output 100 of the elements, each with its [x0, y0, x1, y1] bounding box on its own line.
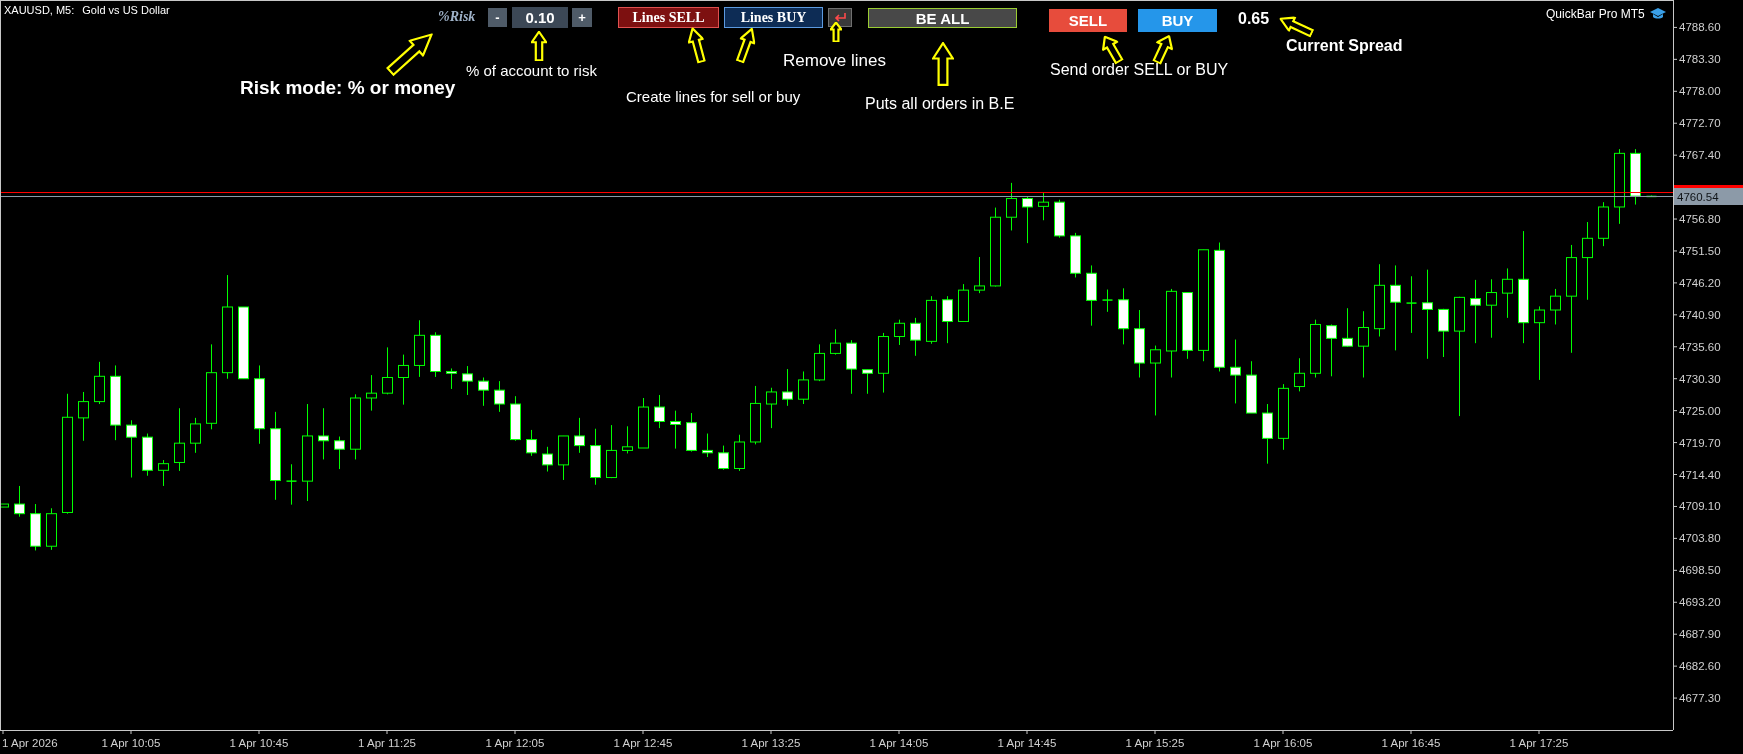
candle — [78, 391, 89, 442]
candle — [1182, 292, 1193, 360]
candle — [1246, 360, 1257, 414]
callout-text: Send order SELL or BUY — [1050, 60, 1229, 80]
return-arrow-icon — [833, 12, 847, 23]
increment-button[interactable]: + — [572, 8, 592, 27]
candle — [542, 446, 553, 472]
price-label: 4698.50 — [1679, 564, 1721, 577]
candle — [1438, 308, 1449, 358]
candle — [654, 394, 665, 429]
time-label: 1 Apr 16:05 — [1253, 737, 1313, 749]
candle — [926, 295, 937, 345]
candle — [846, 339, 857, 395]
candle — [558, 435, 569, 481]
lines-sell-button[interactable]: Lines SELL — [618, 7, 719, 28]
candle — [1101, 289, 1114, 313]
current-price-tag — [1674, 188, 1743, 205]
candle — [1038, 192, 1049, 221]
price-label: 4714.40 — [1679, 468, 1721, 481]
arrow-icon — [531, 31, 547, 61]
candle — [750, 385, 761, 445]
candle — [334, 436, 345, 470]
graduation-cap-icon — [1648, 7, 1667, 21]
candle — [1358, 310, 1369, 378]
price-label: 4778.00 — [1679, 85, 1721, 98]
candle — [318, 407, 329, 460]
remove-lines-button[interactable] — [828, 8, 852, 27]
candle — [862, 369, 873, 395]
lines-buy-button[interactable]: Lines BUY — [724, 7, 823, 28]
candle — [782, 368, 793, 407]
price-label: 4687.90 — [1679, 628, 1721, 641]
price-label: 4703.80 — [1679, 532, 1721, 545]
spread-value: 0.65 — [1238, 9, 1270, 29]
candle — [14, 485, 25, 518]
price-label: 4735.60 — [1679, 340, 1721, 353]
price-label: 4751.50 — [1679, 244, 1721, 257]
price-label: 4772.70 — [1679, 117, 1721, 130]
callout-text: Remove lines — [783, 51, 886, 71]
time-label: 1 Apr 14:45 — [997, 737, 1057, 749]
be-all-button[interactable]: BE ALL — [868, 8, 1017, 28]
candle — [830, 328, 841, 356]
candle — [174, 407, 185, 472]
price-label: 4783.30 — [1679, 53, 1721, 66]
candle — [462, 365, 473, 396]
candle — [1550, 288, 1561, 325]
price-label: 4756.80 — [1679, 213, 1721, 226]
price-label: 4682.60 — [1679, 660, 1721, 673]
candle — [142, 433, 153, 477]
candle — [30, 503, 41, 551]
callout-text: Create lines for sell or buy — [626, 87, 801, 107]
candle — [1054, 199, 1065, 239]
candle — [382, 346, 393, 395]
price-label: 4693.20 — [1679, 596, 1721, 609]
candle — [878, 332, 889, 394]
candle — [1598, 201, 1609, 247]
callout-text: Puts all orders in B.E — [865, 94, 1015, 114]
candle — [942, 295, 953, 344]
price-label: 4725.00 — [1679, 404, 1721, 417]
callout-text: % of account to risk — [466, 61, 597, 81]
risk-value-field[interactable]: 0.10 — [512, 7, 568, 28]
candle — [1502, 267, 1513, 319]
candle — [590, 428, 601, 486]
price-label: 4740.90 — [1679, 308, 1721, 321]
current-price-label: 4760.54 — [1677, 190, 1719, 203]
candle — [1630, 148, 1641, 206]
candle — [606, 424, 617, 479]
candle — [366, 374, 377, 412]
sell-button[interactable]: SELL — [1049, 9, 1127, 32]
candle — [1006, 182, 1017, 231]
candle — [574, 417, 585, 454]
candle — [798, 371, 809, 405]
time-label: 1 Apr 11:25 — [358, 737, 416, 749]
decrement-button[interactable]: - — [488, 8, 507, 27]
candle — [414, 319, 425, 378]
candle — [1342, 307, 1353, 348]
candle — [638, 397, 649, 449]
candle — [285, 463, 298, 506]
time-label: 1 Apr 12:45 — [613, 737, 673, 749]
candle — [46, 507, 57, 551]
candle — [126, 419, 137, 479]
time-label: 1 Apr 10:45 — [229, 737, 289, 749]
risk-mode-button[interactable]: %Risk — [438, 8, 476, 26]
candle — [526, 429, 537, 457]
candle — [734, 434, 745, 472]
candle — [510, 395, 521, 442]
candle — [718, 445, 729, 471]
candle — [1278, 383, 1289, 451]
candle — [974, 256, 985, 294]
arrow-icon — [932, 42, 954, 86]
price-label: 4746.20 — [1679, 276, 1721, 289]
candle — [1405, 275, 1418, 334]
candle — [478, 377, 489, 407]
candle — [1070, 232, 1081, 278]
candle — [814, 343, 825, 382]
candle — [894, 319, 905, 346]
callout-text: Current Spread — [1286, 36, 1403, 56]
chart-description: Gold vs US Dollar — [82, 3, 170, 17]
candle — [190, 417, 201, 454]
chart-symbol: XAUUSD, M5: — [4, 3, 75, 17]
price-label: 4709.10 — [1679, 500, 1721, 513]
